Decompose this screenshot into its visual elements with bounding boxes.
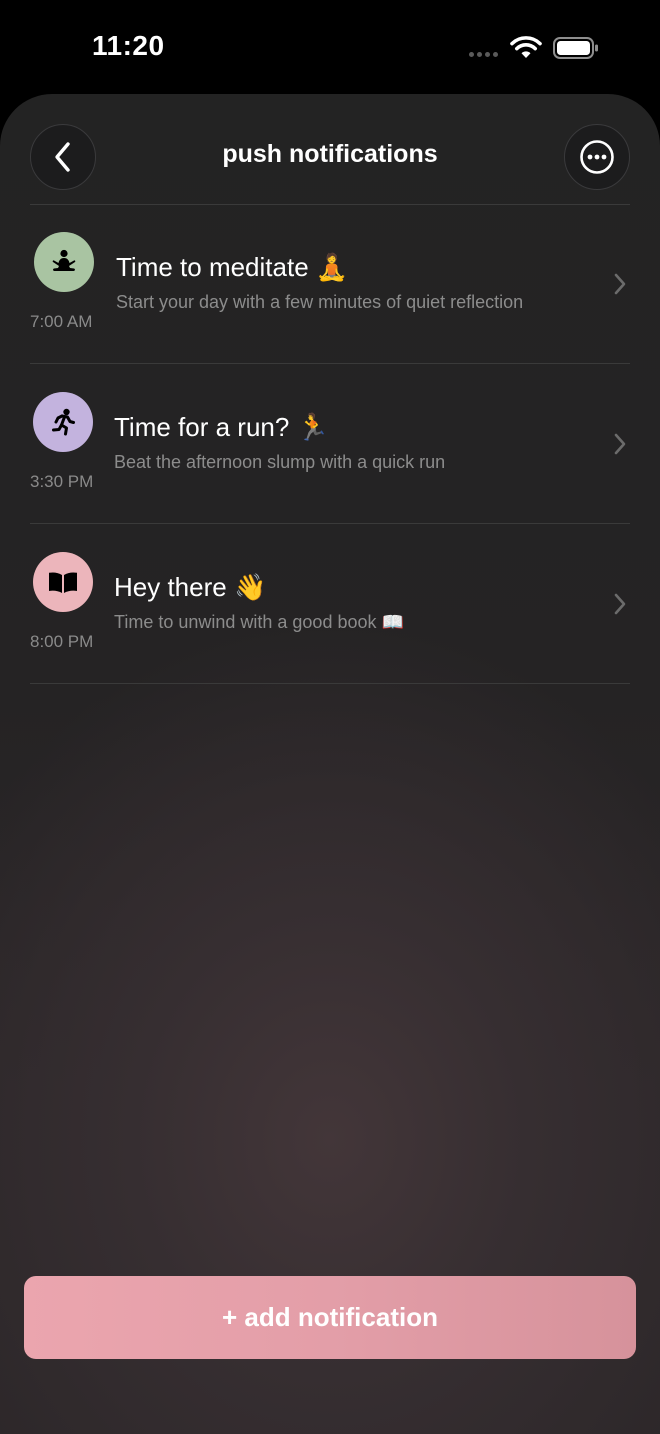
chevron-right-icon	[614, 433, 626, 455]
notification-time: 8:00 PM	[30, 632, 94, 651]
chevron-right-icon	[614, 273, 626, 295]
notification-subtitle: Beat the afternoon slump with a quick ru…	[114, 452, 446, 472]
notifications-sheet: push notifications 7:00 AM Time to medit…	[0, 94, 660, 1434]
meditation-icon	[52, 249, 76, 271]
add-notification-button[interactable]: + add notification	[24, 1276, 636, 1359]
notification-subtitle: Start your day with a few minutes of qui…	[116, 292, 524, 312]
notification-subtitle: Time to unwind with a good book 📖	[114, 612, 404, 632]
page-title: push notifications	[222, 140, 438, 168]
row-divider	[30, 683, 630, 684]
status-bar: 11:20	[0, 0, 660, 96]
notification-title: Hey there 👋	[114, 572, 267, 602]
book-icon	[49, 572, 77, 593]
more-options-button[interactable]	[564, 124, 630, 190]
notification-time: 3:30 PM	[30, 472, 94, 491]
cellular-signal-icon	[469, 52, 498, 57]
notification-row-book[interactable]: 8:00 PM Hey there 👋 Time to unwind with …	[0, 524, 660, 684]
ellipsis-circle-icon	[580, 140, 614, 174]
battery-icon	[553, 37, 598, 59]
notification-icon-badge	[33, 552, 93, 612]
notification-title: Time for a run? 🏃	[114, 412, 329, 442]
notification-row-meditate[interactable]: 7:00 AM Time to meditate 🧘 Start your da…	[0, 204, 660, 364]
notification-icon-badge	[34, 232, 94, 292]
notification-icon-badge	[33, 392, 93, 452]
status-time: 11:20	[92, 30, 165, 61]
running-icon	[52, 408, 75, 436]
notification-row-run[interactable]: 3:30 PM Time for a run? 🏃 Beat the after…	[0, 364, 660, 524]
chevron-right-icon	[614, 593, 626, 615]
notification-title: Time to meditate 🧘	[116, 252, 349, 282]
notification-time: 7:00 AM	[30, 312, 93, 331]
wifi-icon	[510, 36, 542, 58]
